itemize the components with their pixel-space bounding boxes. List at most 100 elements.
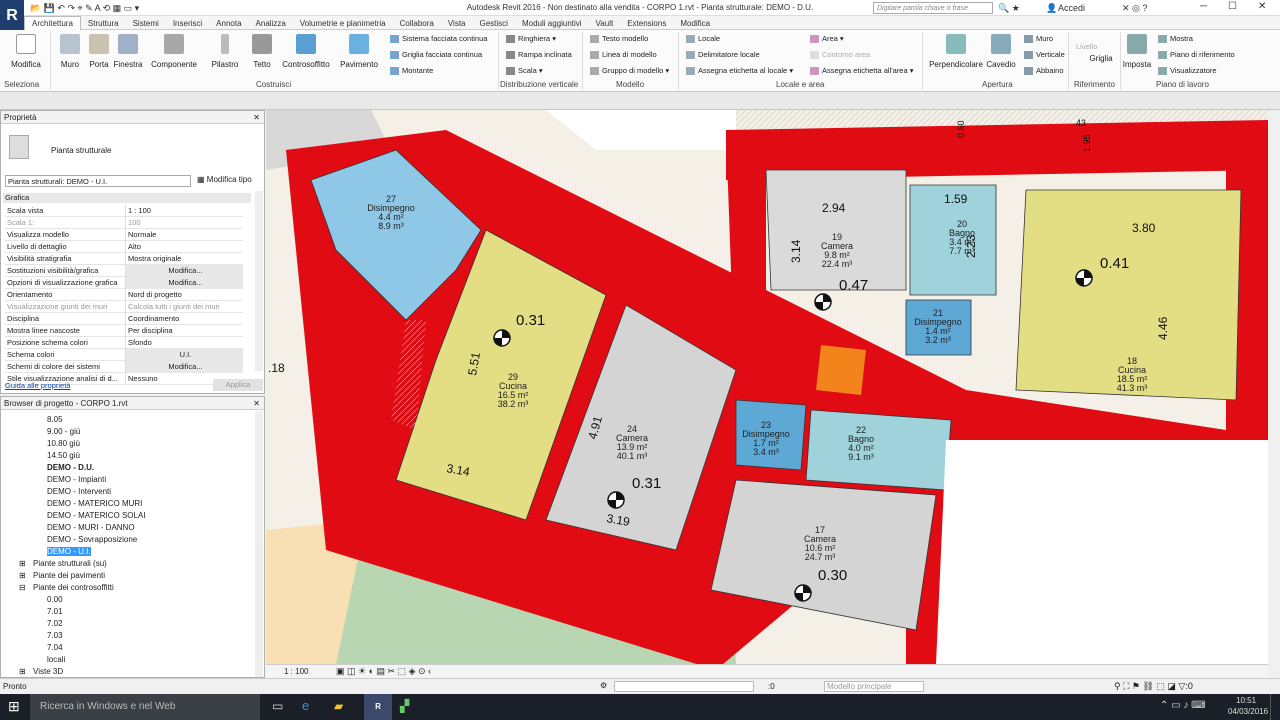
- level-value[interactable]: 0.31: [516, 312, 545, 329]
- room-tag-b[interactable]: 41.3 m³: [1117, 383, 1148, 393]
- curtain-system-button[interactable]: Sistema facciata continua: [390, 34, 487, 44]
- property-row[interactable]: Visibilità stratigrafia Mostra originale: [5, 253, 243, 265]
- browser-item[interactable]: DEMO - MATERICO MURI: [47, 499, 142, 508]
- room-tag-b[interactable]: 22.4 m³: [822, 259, 853, 269]
- room-button[interactable]: Locale: [686, 34, 720, 44]
- room-22[interactable]: [805, 409, 952, 491]
- browser-item[interactable]: 7.01: [47, 607, 63, 616]
- browser-item[interactable]: locali: [47, 655, 65, 664]
- property-value[interactable]: Modifica...: [125, 265, 243, 277]
- tray-icons[interactable]: ⌃ ▭ ♪ ⌨: [1160, 700, 1206, 711]
- task-view-icon[interactable]: ▭: [272, 699, 283, 713]
- quick-access-toolbar[interactable]: 📂 💾 ↶ ↷ ⌖ ✎ A ⟲ ▦ ▭ ▾: [30, 3, 139, 14]
- property-row[interactable]: Disciplina Coordinamento: [5, 313, 243, 325]
- property-value[interactable]: 100: [125, 217, 243, 229]
- expand-icon[interactable]: ⊞: [19, 571, 26, 580]
- browser-item[interactable]: 10.80 giù: [47, 439, 80, 448]
- model-text-button[interactable]: Testo modello: [590, 34, 648, 44]
- railing-button[interactable]: Ringhiera ▾: [506, 34, 556, 44]
- browser-item[interactable]: DEMO - MATERICO SOLAI: [47, 511, 146, 520]
- tab-extensions[interactable]: Extensions: [620, 17, 673, 31]
- expand-icon[interactable]: ⊞: [19, 559, 26, 568]
- edge-icon[interactable]: e: [302, 698, 309, 713]
- close-icon[interactable]: ✕: [253, 111, 260, 124]
- property-value[interactable]: Alto: [125, 241, 243, 253]
- door-button[interactable]: Porta: [86, 34, 112, 69]
- set-workplane-button[interactable]: Imposta: [1122, 34, 1152, 69]
- panel-locale-area[interactable]: Locale e area: [776, 80, 824, 89]
- grid-button[interactable]: Griglia: [1086, 54, 1116, 63]
- tab-struttura[interactable]: Struttura: [81, 17, 126, 31]
- dimension-label[interactable]: 43: [1076, 118, 1086, 128]
- model-line-button[interactable]: Linea di modello: [590, 50, 657, 60]
- model-group-button[interactable]: Gruppo di modello ▾: [590, 66, 669, 76]
- browser-item[interactable]: DEMO - Impianti: [47, 475, 106, 484]
- dimension-label[interactable]: 0.60: [956, 120, 966, 138]
- ramp-button[interactable]: Rampa inclinata: [506, 50, 572, 60]
- close-icon[interactable]: ✕: [1258, 1, 1266, 12]
- selection-filter-icons[interactable]: ⚲ ⛶ ⚑ ⛓ ⬚ ◪ ▽:0: [1114, 681, 1193, 692]
- browser-item[interactable]: Piante dei controsoffitti: [33, 583, 114, 592]
- property-row[interactable]: Scala vista 1 : 100: [5, 205, 243, 217]
- perpendicular-opening-button[interactable]: Perpendicolare: [926, 34, 986, 69]
- floor-button[interactable]: Pavimento: [338, 34, 380, 69]
- room-tag-b[interactable]: 40.1 m³: [617, 451, 648, 461]
- level-value[interactable]: 0.41: [1100, 255, 1129, 272]
- tab-vault[interactable]: Vault: [589, 17, 621, 31]
- property-row[interactable]: Mostra linee nascoste Per disciplina: [5, 325, 243, 337]
- tab-moduli[interactable]: Moduli aggiuntivi: [515, 17, 589, 31]
- vertical-opening-button[interactable]: Verticale: [1024, 50, 1065, 60]
- browser-item[interactable]: Viste 3D: [33, 667, 63, 676]
- room-19[interactable]: [765, 169, 907, 291]
- area-boundary-button[interactable]: Contorno area: [810, 50, 870, 60]
- sign-in-button[interactable]: Accedi: [1058, 3, 1085, 13]
- browser-item[interactable]: DEMO - U.I.: [47, 547, 91, 556]
- search-input[interactable]: Digitare parola chiave o frase: [873, 2, 993, 14]
- curtain-grid-button[interactable]: Griglia facciata continua: [390, 50, 482, 60]
- property-row[interactable]: Posizione schema colori Sfondo: [5, 337, 243, 349]
- property-value[interactable]: Calcola tutti i giunti dei muri: [125, 301, 243, 313]
- ceiling-button[interactable]: Controsoffitto: [280, 34, 332, 69]
- column-button[interactable]: Pilastro: [208, 34, 242, 69]
- taskbar-search[interactable]: Ricerca in Windows e nel Web: [30, 694, 260, 720]
- tab-gestisci[interactable]: Gestisci: [473, 17, 515, 31]
- property-row[interactable]: Sostituzioni visibilità/grafica Modifica.…: [5, 265, 243, 277]
- view-control-icons[interactable]: ▣ ◫ ☀ ◐ ▤ ✂ ⬚ ◈ ⊙ ‹: [336, 666, 431, 677]
- browser-item[interactable]: 7.03: [47, 631, 63, 640]
- instance-selector[interactable]: Pianta strutturali: DEMO - U.I.: [5, 175, 191, 187]
- show-desktop-button[interactable]: [1270, 694, 1280, 720]
- property-value[interactable]: 1 : 100: [125, 205, 243, 217]
- dormer-button[interactable]: Abbaino: [1024, 66, 1064, 76]
- expand-icon[interactable]: ⊞: [19, 667, 26, 676]
- browser-item[interactable]: DEMO - Interventi: [47, 487, 111, 496]
- dimension-label[interactable]: 2.94: [822, 201, 846, 215]
- browser-item[interactable]: DEMO - MURI - DANNO: [47, 523, 135, 532]
- worksets-icon[interactable]: ⚙: [600, 681, 607, 690]
- window-button[interactable]: Finestra: [112, 34, 144, 69]
- browser-scrollbar[interactable]: [255, 411, 263, 677]
- browser-item[interactable]: 8.05: [47, 415, 63, 424]
- tab-vista[interactable]: Vista: [441, 17, 473, 31]
- property-value[interactable]: Modifica...: [125, 277, 243, 289]
- property-row[interactable]: Opzioni di visualizzazione grafica Modifi…: [5, 277, 243, 289]
- properties-help-link[interactable]: Guida alle proprietà: [5, 381, 70, 390]
- browser-item[interactable]: 7.02: [47, 619, 63, 628]
- drawing-canvas[interactable]: 27 Disimpegno 4.4 m² 8.9 m³ 29 Cucina 16.5 m² 3…: [266, 110, 1268, 664]
- dimension-label[interactable]: .18: [268, 361, 285, 375]
- room-tag-b[interactable]: 9.1 m³: [848, 452, 874, 462]
- property-row[interactable]: Visualizzazione giunti dei muri Calcola t…: [5, 301, 243, 313]
- apply-button[interactable]: Applica: [213, 379, 263, 391]
- dimension-label[interactable]: 3.14: [789, 239, 803, 263]
- app-icon[interactable]: ▞: [400, 699, 409, 713]
- type-selector[interactable]: Pianta strutturale: [51, 146, 111, 155]
- search-icon[interactable]: 🔍 ★: [998, 3, 1020, 14]
- tab-analizza[interactable]: Analizza: [249, 17, 293, 31]
- property-row[interactable]: Livello di dettaglio Alto: [5, 241, 243, 253]
- room-tag-b[interactable]: 3.2 m³: [925, 335, 951, 345]
- component-button[interactable]: Componente: [148, 34, 200, 69]
- browser-item[interactable]: 9.00 - giù: [47, 427, 80, 436]
- panel-seleziona[interactable]: Seleziona: [4, 80, 39, 89]
- dimension-label[interactable]: 1.59: [944, 192, 968, 206]
- room-separator-button[interactable]: Delimitatore locale: [686, 50, 760, 60]
- property-value[interactable]: Coordinamento: [125, 313, 243, 325]
